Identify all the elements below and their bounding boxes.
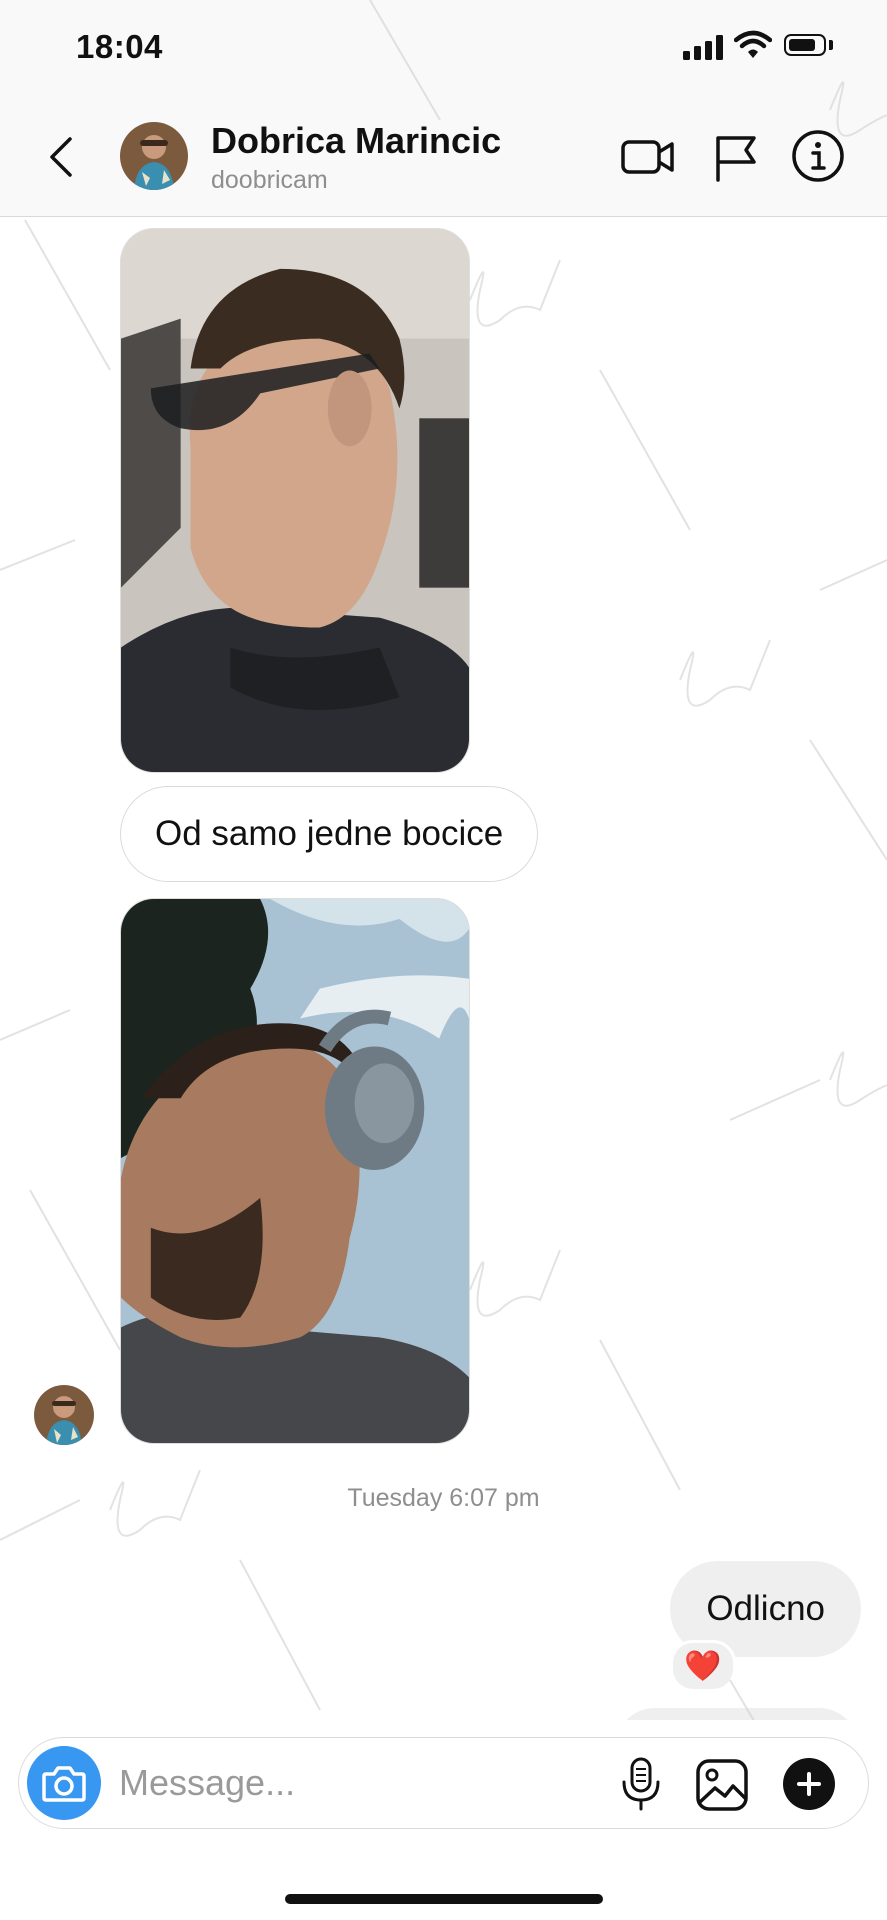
incoming-message-bubble[interactable]: Od samo jedne bocice — [120, 786, 539, 882]
battery-cap — [829, 40, 833, 50]
photo-message[interactable] — [120, 228, 470, 773]
message-timestamp: Tuesday 6:07 pm — [347, 1484, 540, 1512]
status-time: 18:04 — [76, 28, 163, 65]
gallery-icon[interactable] — [695, 1758, 749, 1812]
message-input[interactable] — [119, 1756, 579, 1810]
info-icon[interactable] — [790, 128, 846, 184]
sender-avatar[interactable] — [34, 1385, 94, 1445]
home-indicator[interactable] — [285, 1894, 603, 1904]
contact-avatar[interactable] — [120, 122, 188, 190]
photo-man-sunglasses — [121, 229, 469, 772]
battery-icon — [784, 34, 826, 56]
message-composer — [18, 1737, 869, 1829]
heart-reaction-icon[interactable]: ❤️ — [670, 1640, 736, 1692]
cellular-signal-icon — [683, 34, 723, 60]
contact-username[interactable]: doobricam — [211, 166, 328, 195]
add-button[interactable] — [783, 1758, 835, 1810]
camera-button[interactable] — [27, 1746, 101, 1820]
flag-icon[interactable] — [710, 130, 762, 184]
avatar-image — [34, 1385, 94, 1445]
avatar-image — [120, 122, 188, 190]
chevron-left-icon — [50, 137, 72, 177]
status-bar: 18:04 — [0, 0, 887, 100]
back-button[interactable] — [38, 128, 84, 186]
chat-header: Dobrica Marincic doobricam — [0, 100, 887, 217]
photo-man-headphones — [121, 899, 469, 1443]
plus-icon — [797, 1772, 821, 1796]
contact-name[interactable]: Dobrica Marincic — [211, 120, 501, 162]
photo-message[interactable] — [120, 898, 470, 1444]
camera-icon — [42, 1766, 86, 1802]
microphone-icon[interactable] — [619, 1756, 663, 1812]
wifi-icon — [734, 30, 772, 58]
video-call-icon[interactable] — [620, 130, 676, 184]
